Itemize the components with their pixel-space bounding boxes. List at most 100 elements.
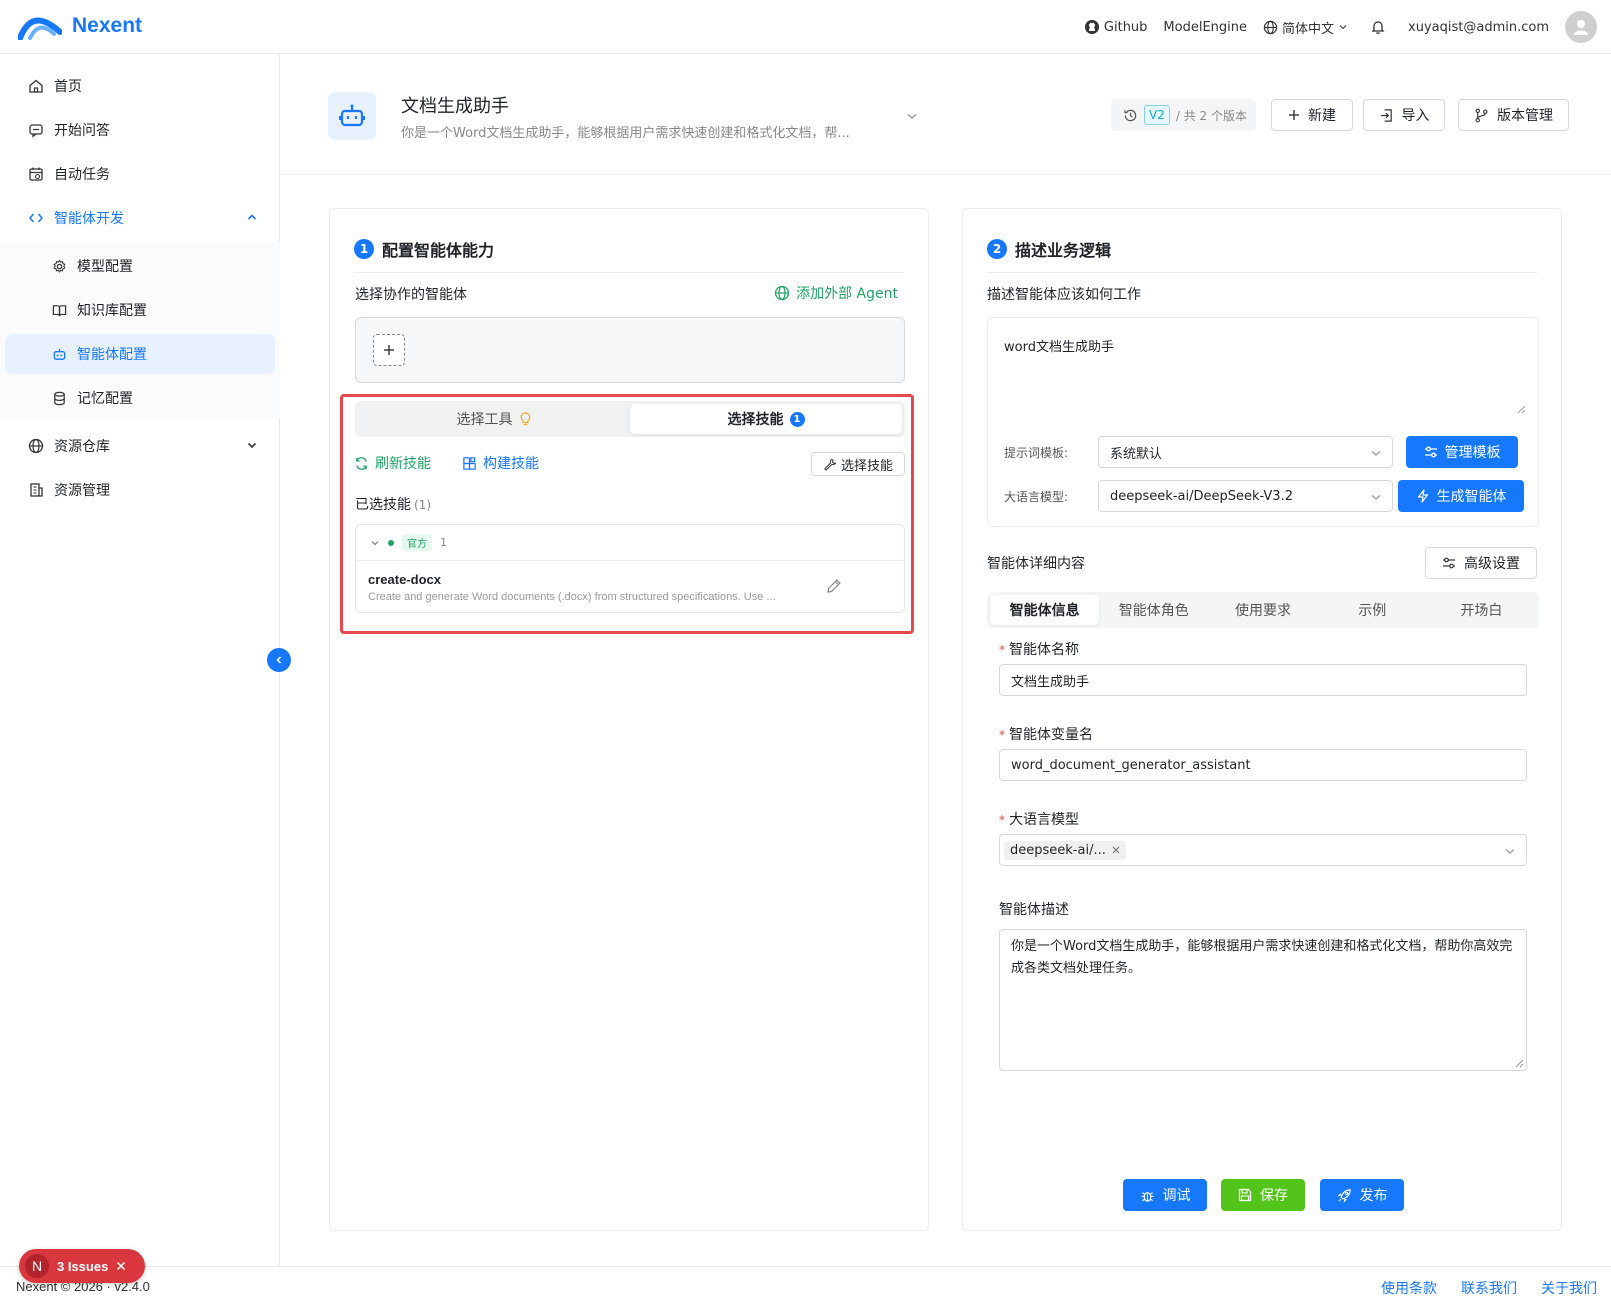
sidebar-item-label: 开始问答: [54, 123, 110, 139]
agent-desc-label: 智能体描述: [999, 902, 1069, 918]
avatar[interactable]: [1565, 11, 1597, 43]
wrench-icon: [824, 458, 836, 471]
agent-name-value: 文档生成助手: [1011, 674, 1090, 690]
agent-model-select[interactable]: deepseek-ai/...: [999, 834, 1527, 866]
add-external-agent-button[interactable]: 添加外部 Agent: [774, 283, 898, 303]
build-skills-label: 构建技能: [483, 456, 539, 472]
generate-agent-button[interactable]: 生成智能体: [1398, 480, 1524, 512]
gear-icon: [53, 258, 66, 273]
close-icon[interactable]: [1112, 846, 1120, 854]
version-indicator[interactable]: V2 / 共 2 个版本: [1111, 99, 1256, 131]
tab-usage-requirements[interactable]: 使用要求: [1208, 595, 1317, 625]
sidebar-item-agent-dev[interactable]: 智能体开发: [0, 196, 280, 240]
tab-agent-role[interactable]: 智能体角色: [1099, 595, 1208, 625]
robot-icon: [53, 348, 66, 360]
import-icon: [1380, 108, 1392, 122]
modelengine-link[interactable]: ModelEngine: [1163, 20, 1247, 35]
prompt-template-select[interactable]: 系统默认: [1098, 436, 1393, 468]
model-chip-label: deepseek-ai/...: [1010, 842, 1106, 858]
new-button[interactable]: 新建: [1271, 99, 1353, 131]
sidebar-collapse-button[interactable]: [267, 648, 291, 672]
sidebar-item-model-config[interactable]: 模型配置: [0, 244, 280, 288]
manage-template-button[interactable]: 管理模板: [1406, 436, 1518, 468]
close-icon[interactable]: [116, 1261, 126, 1271]
notification-button[interactable]: [1370, 19, 1386, 35]
tab-agent-info[interactable]: 智能体信息: [990, 595, 1100, 625]
contact-link[interactable]: 联系我们: [1461, 1278, 1517, 1298]
chevron-down-icon: [1339, 25, 1347, 30]
home-icon: [29, 79, 43, 93]
skill-group-card: 官方 1 create-docx Create and generate Wor…: [355, 524, 905, 613]
tab-opening[interactable]: 开场白: [1427, 595, 1536, 625]
work-desc-input[interactable]: word文档生成助手: [1004, 336, 1114, 355]
branch-icon: [1475, 108, 1488, 122]
work-desc-label: 描述智能体应该如何工作: [987, 287, 1141, 303]
issues-badge[interactable]: N 3 Issues: [19, 1249, 145, 1283]
chevron-down-icon: [247, 442, 257, 449]
agent-detail-tabs: 智能体信息 智能体角色 使用要求 示例 开场白: [987, 592, 1539, 628]
llm-select[interactable]: deepseek-ai/DeepSeek-V3.2: [1098, 480, 1393, 512]
divider: [987, 272, 1537, 273]
selected-skills-header: 已选技能 (1): [355, 494, 431, 514]
tab-examples[interactable]: 示例: [1318, 595, 1427, 625]
github-link[interactable]: Github: [1084, 19, 1148, 35]
github-icon: [1084, 20, 1099, 34]
sidebar-item-resource-mgmt[interactable]: 资源管理: [0, 468, 280, 512]
group-count: 1: [440, 536, 447, 549]
sidebar-item-label: 资源管理: [54, 483, 110, 499]
modelengine-label: ModelEngine: [1163, 19, 1248, 35]
sidebar-item-chat[interactable]: 开始问答: [0, 108, 280, 152]
official-tag: 官方: [402, 534, 432, 551]
about-link[interactable]: 关于我们: [1541, 1278, 1597, 1298]
sidebar-item-home[interactable]: 首页: [0, 64, 280, 108]
globe-icon: [774, 285, 790, 301]
save-button[interactable]: 保存: [1221, 1179, 1305, 1211]
sidebar-item-agent-config[interactable]: 智能体配置: [5, 334, 275, 374]
agent-var-input[interactable]: word_document_generator_assistant: [999, 749, 1527, 781]
debug-button[interactable]: 调试: [1123, 1179, 1207, 1211]
prompt-template-label: 提示词模板:: [1004, 446, 1069, 460]
select-skills-button[interactable]: 选择技能: [811, 452, 905, 476]
sidebar-item-auto-task[interactable]: 自动任务: [0, 152, 280, 196]
resize-handle-icon[interactable]: [1516, 404, 1526, 414]
version-tag: V2: [1144, 105, 1170, 125]
refresh-skills-button[interactable]: 刷新技能: [354, 453, 431, 473]
book-icon: [52, 304, 67, 316]
tab-select-tools[interactable]: 选择工具: [358, 404, 630, 434]
version-management-button[interactable]: 版本管理: [1458, 99, 1569, 131]
resize-handle-icon[interactable]: [1514, 1058, 1524, 1068]
globe-icon: [1263, 20, 1278, 34]
user-email[interactable]: xuyaqist@admin.com: [1408, 20, 1549, 35]
version-management-label: 版本管理: [1497, 108, 1553, 124]
advanced-settings-label: 高级设置: [1464, 556, 1520, 572]
skill-group-header[interactable]: 官方 1: [356, 525, 904, 561]
issues-letter: N: [25, 1254, 49, 1278]
building-icon: [30, 483, 43, 497]
build-skills-button[interactable]: 构建技能: [462, 453, 539, 473]
debug-label: 调试: [1162, 1188, 1191, 1204]
sidebar-item-resource-repo[interactable]: 资源仓库: [0, 424, 280, 468]
advanced-settings-button[interactable]: 高级设置: [1425, 547, 1537, 579]
chevron-down-icon[interactable]: [906, 110, 918, 122]
github-label: Github: [1103, 19, 1148, 35]
logo[interactable]: Nexent: [18, 12, 142, 40]
save-label: 保存: [1260, 1188, 1288, 1204]
chevron-down-icon: [1505, 849, 1515, 854]
plus-icon: [1289, 110, 1299, 120]
agent-name-input[interactable]: 文档生成助手: [999, 664, 1527, 696]
plus-icon: [384, 345, 394, 355]
sidebar-item-label: 智能体配置: [77, 347, 147, 363]
import-button[interactable]: 导入: [1363, 99, 1445, 131]
sidebar: 首页 开始问答 自动任务 智能体开发 模型配置 知识库配置 智能体配置 记忆配置…: [0, 54, 280, 1266]
sidebar-item-memory-config[interactable]: 记忆配置: [0, 376, 280, 420]
agent-desc-textarea[interactable]: 你是一个Word文档生成助手，能够根据用户需求快速创建和格式化文档，帮助你高效完…: [999, 929, 1527, 1071]
edit-icon[interactable]: [826, 578, 842, 594]
add-collab-agent-button[interactable]: [373, 334, 405, 366]
publish-button[interactable]: 发布: [1320, 1179, 1404, 1211]
sidebar-item-kb-config[interactable]: 知识库配置: [0, 288, 280, 332]
tab-select-skills[interactable]: 选择技能 1: [630, 404, 902, 434]
terms-link[interactable]: 使用条款: [1381, 1278, 1437, 1298]
language-select[interactable]: 简体中文: [1263, 18, 1348, 37]
generate-agent-label: 生成智能体: [1436, 489, 1507, 505]
agent-titlebar: 文档生成助手 你是一个Word文档生成助手，能够根据用户需求快速创建和格式化文档…: [281, 54, 1611, 175]
